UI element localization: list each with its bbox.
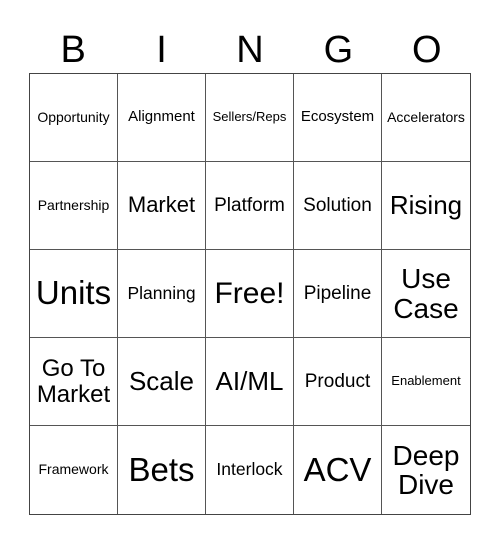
header-letter-o: O: [411, 29, 442, 71]
bingo-cell[interactable]: AI/ML: [206, 338, 294, 426]
bingo-cell[interactable]: ACV: [294, 426, 382, 514]
free-space-cell[interactable]: Free!: [206, 250, 294, 338]
bingo-cell[interactable]: Product: [294, 338, 382, 426]
bingo-cell[interactable]: Bets: [118, 426, 206, 514]
header-letter-n: N: [236, 29, 264, 71]
bingo-cell[interactable]: Solution: [294, 162, 382, 250]
bingo-cell[interactable]: Opportunity: [30, 74, 118, 162]
bingo-cell[interactable]: Sellers/Reps: [206, 74, 294, 162]
bingo-cell[interactable]: Partnership: [30, 162, 118, 250]
bingo-cell[interactable]: Accelerators: [382, 74, 470, 162]
bingo-cell[interactable]: Pipeline: [294, 250, 382, 338]
bingo-cell[interactable]: Deep Dive: [382, 426, 470, 514]
bingo-cell[interactable]: Rising: [382, 162, 470, 250]
bingo-cell[interactable]: Framework: [30, 426, 118, 514]
bingo-cell[interactable]: Market: [118, 162, 206, 250]
bingo-header: B I N G O: [29, 28, 471, 72]
header-letter-g: G: [323, 29, 354, 71]
bingo-cell[interactable]: Alignment: [118, 74, 206, 162]
bingo-cell[interactable]: Planning: [118, 250, 206, 338]
bingo-cell[interactable]: Scale: [118, 338, 206, 426]
bingo-card: Opportunity Alignment Sellers/Reps Ecosy…: [29, 73, 471, 515]
bingo-cell[interactable]: Ecosystem: [294, 74, 382, 162]
bingo-cell[interactable]: Use Case: [382, 250, 470, 338]
bingo-cell[interactable]: Platform: [206, 162, 294, 250]
header-letter-i: I: [156, 29, 167, 71]
bingo-cell[interactable]: Go To Market: [30, 338, 118, 426]
bingo-cell[interactable]: Enablement: [382, 338, 470, 426]
bingo-cell[interactable]: Interlock: [206, 426, 294, 514]
header-letter-b: B: [60, 29, 86, 71]
bingo-cell[interactable]: Units: [30, 250, 118, 338]
